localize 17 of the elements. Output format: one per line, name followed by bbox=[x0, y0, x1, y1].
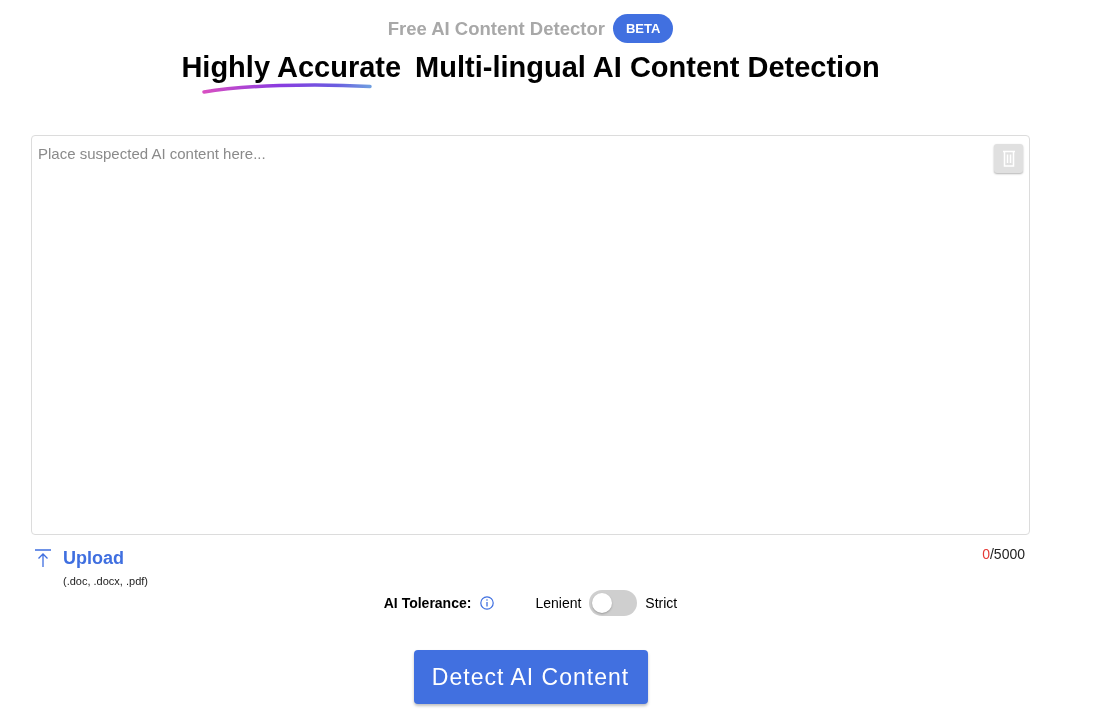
beta-badge: BETA bbox=[612, 14, 674, 43]
tolerance-label: AI Tolerance: bbox=[383, 593, 472, 613]
headline-text: Multi-lingual AI Content Detection bbox=[415, 50, 880, 84]
detect-button[interactable]: Detect AI Content bbox=[413, 650, 648, 704]
subtitle: Free AI Content Detector bbox=[387, 16, 605, 41]
clear-button[interactable] bbox=[994, 144, 1023, 173]
upload-icon bbox=[35, 549, 51, 567]
strictness-toggle[interactable] bbox=[589, 590, 638, 616]
lenient-label: Lenient bbox=[535, 593, 582, 613]
headline-text: Highly Accurate bbox=[181, 50, 402, 84]
upload-button[interactable]: Upload bbox=[35, 546, 148, 570]
strict-label: Strict bbox=[645, 593, 678, 613]
character-count: 0/5000 bbox=[982, 545, 1025, 564]
trash-icon bbox=[1001, 150, 1016, 167]
info-icon[interactable] bbox=[480, 596, 495, 610]
file-types-text: (.doc, .docx, .pdf) bbox=[63, 574, 148, 588]
text-input-field[interactable]: Place suspected AI content here... bbox=[31, 135, 1030, 535]
